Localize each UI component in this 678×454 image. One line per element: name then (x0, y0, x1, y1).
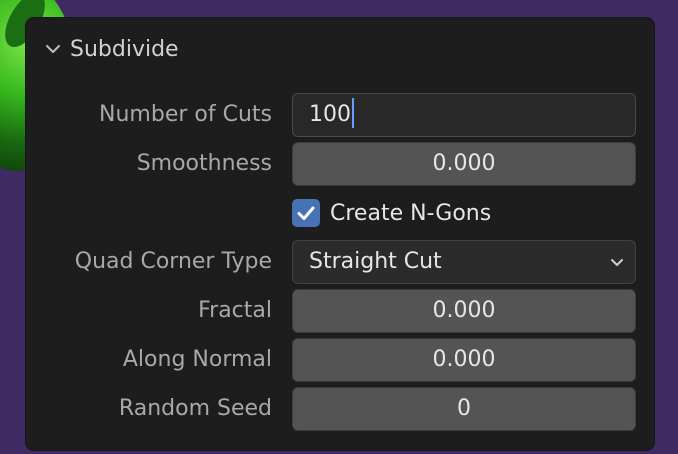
checkmark-icon (297, 206, 315, 220)
smoothness-field[interactable]: 0.000 (292, 142, 636, 186)
random-seed-label: Random Seed (118, 396, 272, 421)
random-seed-field[interactable]: 0 (292, 387, 636, 431)
operator-panel: Subdivide Number of Cuts 100 Smoothness … (26, 18, 654, 450)
along-normal-field[interactable]: 0.000 (292, 338, 636, 382)
quad-corner-type-label: Quad Corner Type (74, 249, 272, 274)
fractal-label: Fractal (198, 298, 272, 323)
row-along-normal: Along Normal 0.000 (26, 338, 654, 382)
along-normal-label: Along Normal (122, 347, 272, 372)
create-ngons-checkbox[interactable] (292, 199, 320, 227)
text-caret (352, 98, 354, 128)
row-number-of-cuts: Number of Cuts 100 (26, 93, 654, 137)
row-create-ngons: Create N-Gons (26, 191, 654, 235)
chevron-down-icon (46, 45, 60, 53)
chevron-down-icon (611, 259, 623, 266)
number-of-cuts-input[interactable]: 100 (292, 93, 636, 137)
row-quad-corner-type: Quad Corner Type Straight Cut (26, 240, 654, 284)
quad-corner-type-dropdown[interactable]: Straight Cut (292, 240, 636, 284)
create-ngons-toggle[interactable]: Create N-Gons (292, 191, 491, 235)
row-fractal: Fractal 0.000 (26, 289, 654, 333)
row-smoothness: Smoothness 0.000 (26, 142, 654, 186)
number-of-cuts-value: 100 (309, 102, 351, 127)
number-of-cuts-label: Number of Cuts (99, 102, 272, 127)
row-random-seed: Random Seed 0 (26, 387, 654, 431)
smoothness-label: Smoothness (136, 151, 272, 176)
panel-title: Subdivide (70, 36, 179, 62)
quad-corner-type-value: Straight Cut (309, 249, 442, 274)
fractal-field[interactable]: 0.000 (292, 289, 636, 333)
panel-header-toggle[interactable]: Subdivide (44, 34, 179, 64)
create-ngons-label: Create N-Gons (330, 200, 492, 226)
